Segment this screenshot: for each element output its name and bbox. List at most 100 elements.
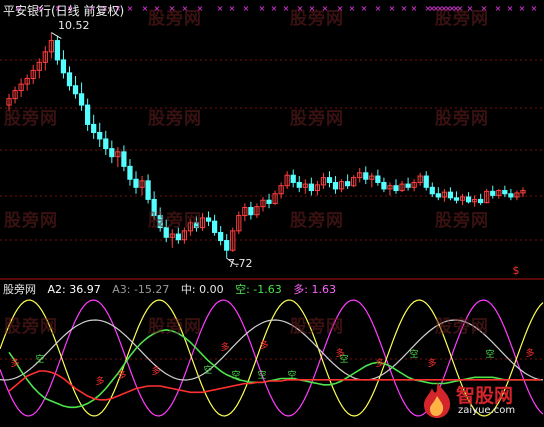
signal-marker: $ — [513, 264, 520, 277]
top-marker: × — [271, 4, 278, 13]
candle-body — [72, 85, 79, 95]
top-marker: × — [217, 4, 224, 13]
top-marker: × — [531, 4, 538, 13]
watermark: 股旁网 — [148, 9, 202, 29]
legend-duo: 多: 1.63 — [293, 283, 336, 296]
candle-body — [490, 190, 496, 196]
candle-body — [175, 233, 181, 241]
candle-body — [54, 40, 61, 61]
watermark: 股旁网 — [435, 9, 489, 29]
candle-body — [429, 186, 435, 195]
watermark: 股旁网 — [4, 317, 58, 337]
kong-marker: 空 — [485, 348, 494, 360]
top-marker: × — [127, 4, 134, 13]
candle-body — [363, 172, 369, 180]
top-marker: × — [375, 4, 382, 13]
candle-body — [435, 193, 441, 198]
watermark: 股旁网 — [148, 317, 202, 337]
candle-body — [127, 165, 133, 180]
candle-body — [296, 181, 302, 188]
candle-body — [381, 181, 387, 190]
stock-chart-window: × × × × × × × × × × × × × × × × × × × × × × × × × × × × × × × × × × × × × × × ×… — [0, 0, 544, 423]
candle-body — [290, 174, 296, 183]
duo-marker: 多 — [117, 369, 126, 381]
candle-body — [393, 185, 399, 192]
chart-title: 平安银行(日线 前复权) — [3, 4, 125, 18]
candle-body — [248, 206, 254, 216]
logo-url: zaiyue.com — [458, 405, 516, 416]
candle-body — [205, 217, 212, 222]
legend-a2: A2: 36.97 — [47, 283, 101, 296]
top-marker: × — [507, 4, 514, 13]
top-marker: × — [519, 4, 526, 13]
watermark: 股旁网 — [435, 211, 489, 231]
candle-body — [66, 72, 73, 87]
watermark: 股旁网 — [290, 9, 344, 29]
candle-body — [91, 123, 97, 133]
candle-body — [508, 193, 514, 198]
candle-body — [133, 178, 139, 188]
candle-body — [375, 175, 381, 183]
watermark: 股旁网 — [4, 211, 58, 231]
candle-body — [145, 180, 151, 200]
candle-body — [97, 131, 103, 140]
candle-body — [502, 190, 508, 195]
watermark: 股旁网 — [290, 211, 344, 231]
candle-body — [60, 59, 67, 74]
duo-marker: 多 — [10, 357, 19, 369]
candle-body — [224, 240, 230, 251]
kong-marker: 空 — [257, 369, 266, 381]
watermark: 股旁网 — [435, 317, 489, 337]
duo-marker: 多 — [95, 375, 104, 387]
top-marker: × — [495, 4, 502, 13]
candle-body — [332, 181, 339, 190]
kong-marker: 空 — [287, 369, 296, 381]
indicator-legend: 股旁网 A2: 36.97 A3: -15.27 中: 0.00 空: -1.6… — [3, 281, 344, 297]
candle-body — [308, 183, 314, 192]
watermark: 股旁网 — [148, 211, 202, 231]
flame-icon — [424, 382, 451, 418]
candle-body — [478, 198, 484, 204]
candle-body — [465, 196, 472, 203]
legend-kong: 空: -1.63 — [235, 283, 282, 296]
top-marker: × — [401, 4, 408, 13]
duo-marker: 多 — [151, 365, 160, 377]
duo-marker: 多 — [427, 357, 436, 369]
duo-marker: 多 — [525, 347, 534, 359]
candle-body — [218, 231, 224, 242]
candle-body — [266, 199, 272, 204]
candle-body — [121, 151, 127, 167]
watermark: 股旁网 — [290, 317, 344, 337]
top-marker: × — [243, 4, 250, 13]
watermark: 股旁网 — [148, 109, 202, 129]
duo-marker: 多 — [335, 347, 344, 359]
watermark: 股旁网 — [290, 109, 344, 129]
candle-body — [85, 104, 91, 125]
candle-body — [109, 148, 115, 158]
candle-body — [447, 191, 454, 199]
top-marker: × — [283, 4, 290, 13]
watermark: 股旁网 — [435, 109, 489, 129]
kong-marker: 空 — [231, 369, 240, 381]
top-marker: × — [229, 4, 236, 13]
candle-body — [326, 177, 333, 183]
top-marker: × — [411, 4, 418, 13]
duo-marker: 多 — [375, 357, 384, 369]
top-marker: × — [389, 4, 396, 13]
site-logo: 智股网 zaiyue.com — [420, 380, 540, 420]
kong-marker: 空 — [35, 353, 44, 365]
high-price-label: 10.52 — [58, 19, 90, 32]
candle-body — [345, 181, 351, 187]
low-price-label: 7.72 — [228, 257, 253, 270]
watermark: 股旁网 — [4, 109, 58, 129]
top-marker: × — [259, 4, 266, 13]
high-pointer — [51, 32, 62, 39]
candle-body — [453, 197, 460, 201]
top-marker: × — [361, 4, 368, 13]
candle-body — [405, 183, 411, 188]
top-marker: × — [349, 4, 356, 13]
logo-name: 智股网 — [456, 385, 514, 407]
legend-a3: A3: -15.27 — [112, 283, 170, 296]
candle-body — [423, 175, 429, 188]
kong-marker: 空 — [409, 348, 418, 360]
